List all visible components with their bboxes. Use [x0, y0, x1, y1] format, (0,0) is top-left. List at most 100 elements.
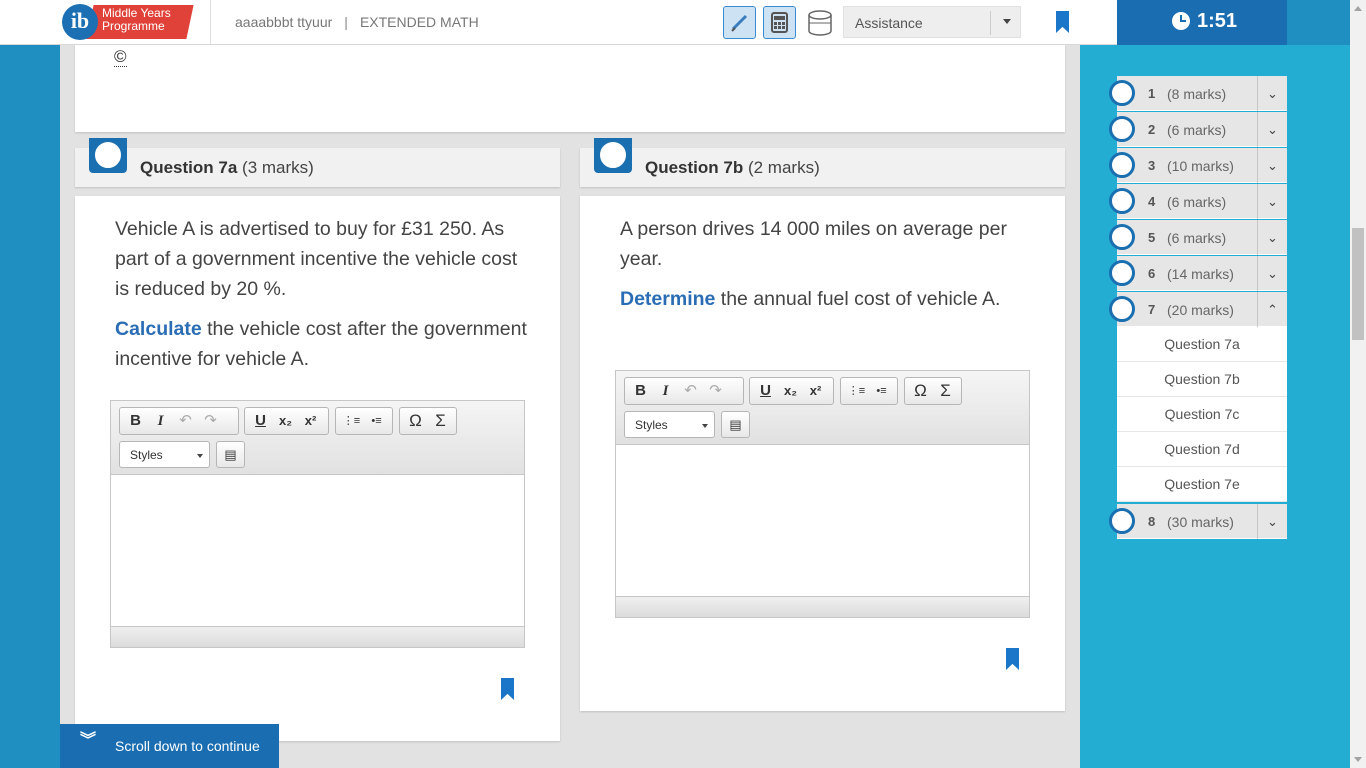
chevron-down-icon[interactable]: ⌄ [1257, 148, 1287, 183]
sub-item-question-7e[interactable]: Question 7e [1117, 467, 1287, 502]
scrollbar-thumb[interactable] [1352, 228, 1364, 340]
nav-item-number: 4 [1148, 194, 1156, 209]
bold-button[interactable]: B [123, 409, 148, 433]
sub-item-question-7b[interactable]: Question 7b [1117, 362, 1287, 397]
nav-item-marks: (14 marks) [1167, 266, 1234, 282]
chevron-down-icon[interactable]: ⌄ [1257, 220, 1287, 255]
nav-item-4[interactable]: 4 (6 marks) ⌄ [1109, 184, 1287, 219]
calculator-button[interactable] [763, 6, 796, 39]
chevron-down-icon[interactable]: ⌄ [1257, 184, 1287, 219]
question-7a-status-icon[interactable] [92, 139, 124, 171]
undo-button[interactable]: ↶ [173, 409, 198, 433]
nav-item-marks: (6 marks) [1167, 122, 1227, 138]
editor-footer [111, 626, 524, 647]
underline-button[interactable]: U [753, 379, 778, 403]
user-name: aaaabbbt ttyuur [235, 14, 333, 30]
question-7a-title: Question 7a (3 marks) [140, 158, 314, 178]
subject-name: EXTENDED MATH [359, 14, 479, 30]
nav-item-3[interactable]: 3 (10 marks) ⌄ [1109, 148, 1287, 183]
chevron-down-icon[interactable]: ⌄ [1257, 76, 1287, 111]
page-scrollbar[interactable] [1350, 0, 1366, 768]
nav-item-1[interactable]: 1 (8 marks) ⌄ [1109, 76, 1287, 111]
logo-line2: Programme [102, 19, 165, 33]
ordered-list-button[interactable]: ⋮≡ [844, 379, 869, 403]
editor-toolbar: B I ↶ ↷ U x₂ x² ⋮≡ •≡ Ω Σ Styles ▤ [616, 371, 1029, 445]
sigma-button[interactable]: Σ [428, 409, 453, 433]
bullet-list-button[interactable]: •≡ [869, 379, 894, 403]
italic-button[interactable]: I [148, 409, 173, 433]
question-7b-id: Question 7b [645, 158, 744, 177]
scroll-hint-label: Scroll down to continue [115, 738, 260, 754]
sub-item-question-7d[interactable]: Question 7d [1117, 432, 1287, 467]
bullet-list-button[interactable]: •≡ [364, 409, 389, 433]
redo-button[interactable]: ↷ [198, 409, 223, 433]
question-7b-marks: (2 marks) [747, 158, 820, 177]
nav-item-6[interactable]: 6 (14 marks) ⌄ [1109, 256, 1287, 291]
question-7a-id: Question 7a [140, 158, 238, 177]
question-7b-card: A person drives 14 000 miles on average … [580, 196, 1065, 711]
nav-item-8[interactable]: 8 (30 marks) ⌄ [1109, 504, 1287, 539]
chevron-up-icon[interactable]: ⌃ [1257, 292, 1287, 327]
undo-button[interactable]: ↶ [678, 379, 703, 403]
question-7b-bookmark-icon[interactable] [1006, 648, 1019, 670]
question-7a-bookmark-icon[interactable] [501, 678, 514, 700]
special-character-button[interactable]: Ω [403, 409, 428, 433]
chevron-down-icon[interactable]: ⌄ [1257, 112, 1287, 147]
styles-dropdown[interactable]: Styles [119, 441, 210, 468]
breadcrumb-separator: | [344, 14, 348, 30]
chevron-down-icon[interactable]: ⌄ [1257, 504, 1287, 539]
formula-booklet-button[interactable] [803, 6, 836, 39]
underline-button[interactable]: U [248, 409, 273, 433]
question-7b-editor[interactable]: B I ↶ ↷ U x₂ x² ⋮≡ •≡ Ω Σ Styles ▤ [615, 370, 1030, 618]
timer-value: 1:51 [1197, 10, 1238, 32]
question-7a-text: Vehicle A is advertised to buy for £31 2… [115, 214, 535, 374]
sigma-button[interactable]: Σ [933, 379, 958, 403]
script-group: U x₂ x² [244, 407, 329, 435]
nav-item-marks: (20 marks) [1167, 302, 1234, 318]
status-circle-icon [1109, 224, 1135, 250]
question-7b-title: Question 7b (2 marks) [645, 158, 820, 178]
italic-button[interactable]: I [653, 379, 678, 403]
subscript-button[interactable]: x₂ [273, 409, 298, 433]
nav-item-marks: (10 marks) [1167, 158, 1234, 174]
status-circle-icon [1109, 508, 1135, 534]
nav-item-7[interactable]: 7 (20 marks) ⌃ [1109, 292, 1287, 327]
bookmark-icon[interactable] [1056, 11, 1069, 33]
nav-item-2[interactable]: 2 (6 marks) ⌄ [1109, 112, 1287, 147]
question-7a-editor[interactable]: B I ↶ ↷ U x₂ x² ⋮≡ •≡ Ω Σ Styles ▤ [110, 400, 525, 648]
scroll-down-hint[interactable]: ︾ Scroll down to continue [60, 724, 279, 768]
ordered-list-button[interactable]: ⋮≡ [339, 409, 364, 433]
cylinder-icon [808, 10, 832, 36]
pencil-tool-button[interactable] [723, 6, 756, 39]
sub-item-question-7a[interactable]: Question 7a [1117, 327, 1287, 362]
special-character-button[interactable]: Ω [908, 379, 933, 403]
scroll-up-arrow-icon[interactable] [1354, 2, 1362, 11]
chevron-down-icon[interactable]: ⌄ [1257, 256, 1287, 291]
styles-dropdown[interactable]: Styles [624, 411, 715, 438]
scroll-down-arrow-icon[interactable] [1354, 757, 1362, 766]
ib-logo-icon: ib [62, 4, 98, 40]
bold-button[interactable]: B [628, 379, 653, 403]
list-group: ⋮≡ •≡ [840, 377, 898, 405]
question-7a-paragraph1: Vehicle A is advertised to buy for £31 2… [115, 218, 518, 300]
clock-icon [1172, 12, 1190, 30]
status-circle-icon [1109, 152, 1135, 178]
question-7b-status-icon[interactable] [597, 139, 629, 171]
superscript-button[interactable]: x² [803, 379, 828, 403]
redo-button[interactable]: ↷ [703, 379, 728, 403]
source-button[interactable]: ▤ [721, 411, 750, 438]
superscript-button[interactable]: x² [298, 409, 323, 433]
question-7b-paragraph2: Determine the annual fuel cost of vehicl… [620, 284, 1040, 314]
question-7a-keyword: Calculate [115, 318, 202, 340]
status-circle-icon [1109, 260, 1135, 286]
status-circle-icon [1109, 188, 1135, 214]
source-button[interactable]: ▤ [216, 441, 245, 468]
subscript-button[interactable]: x₂ [778, 379, 803, 403]
sub-item-question-7c[interactable]: Question 7c [1117, 397, 1287, 432]
assistance-label: Assistance [855, 15, 923, 31]
logo-divider [210, 0, 211, 45]
copyright-symbol: © [114, 47, 127, 67]
nav-item-5[interactable]: 5 (6 marks) ⌄ [1109, 220, 1287, 255]
assistance-dropdown[interactable]: Assistance [843, 6, 1021, 38]
chevron-down-icon[interactable] [990, 11, 1020, 35]
